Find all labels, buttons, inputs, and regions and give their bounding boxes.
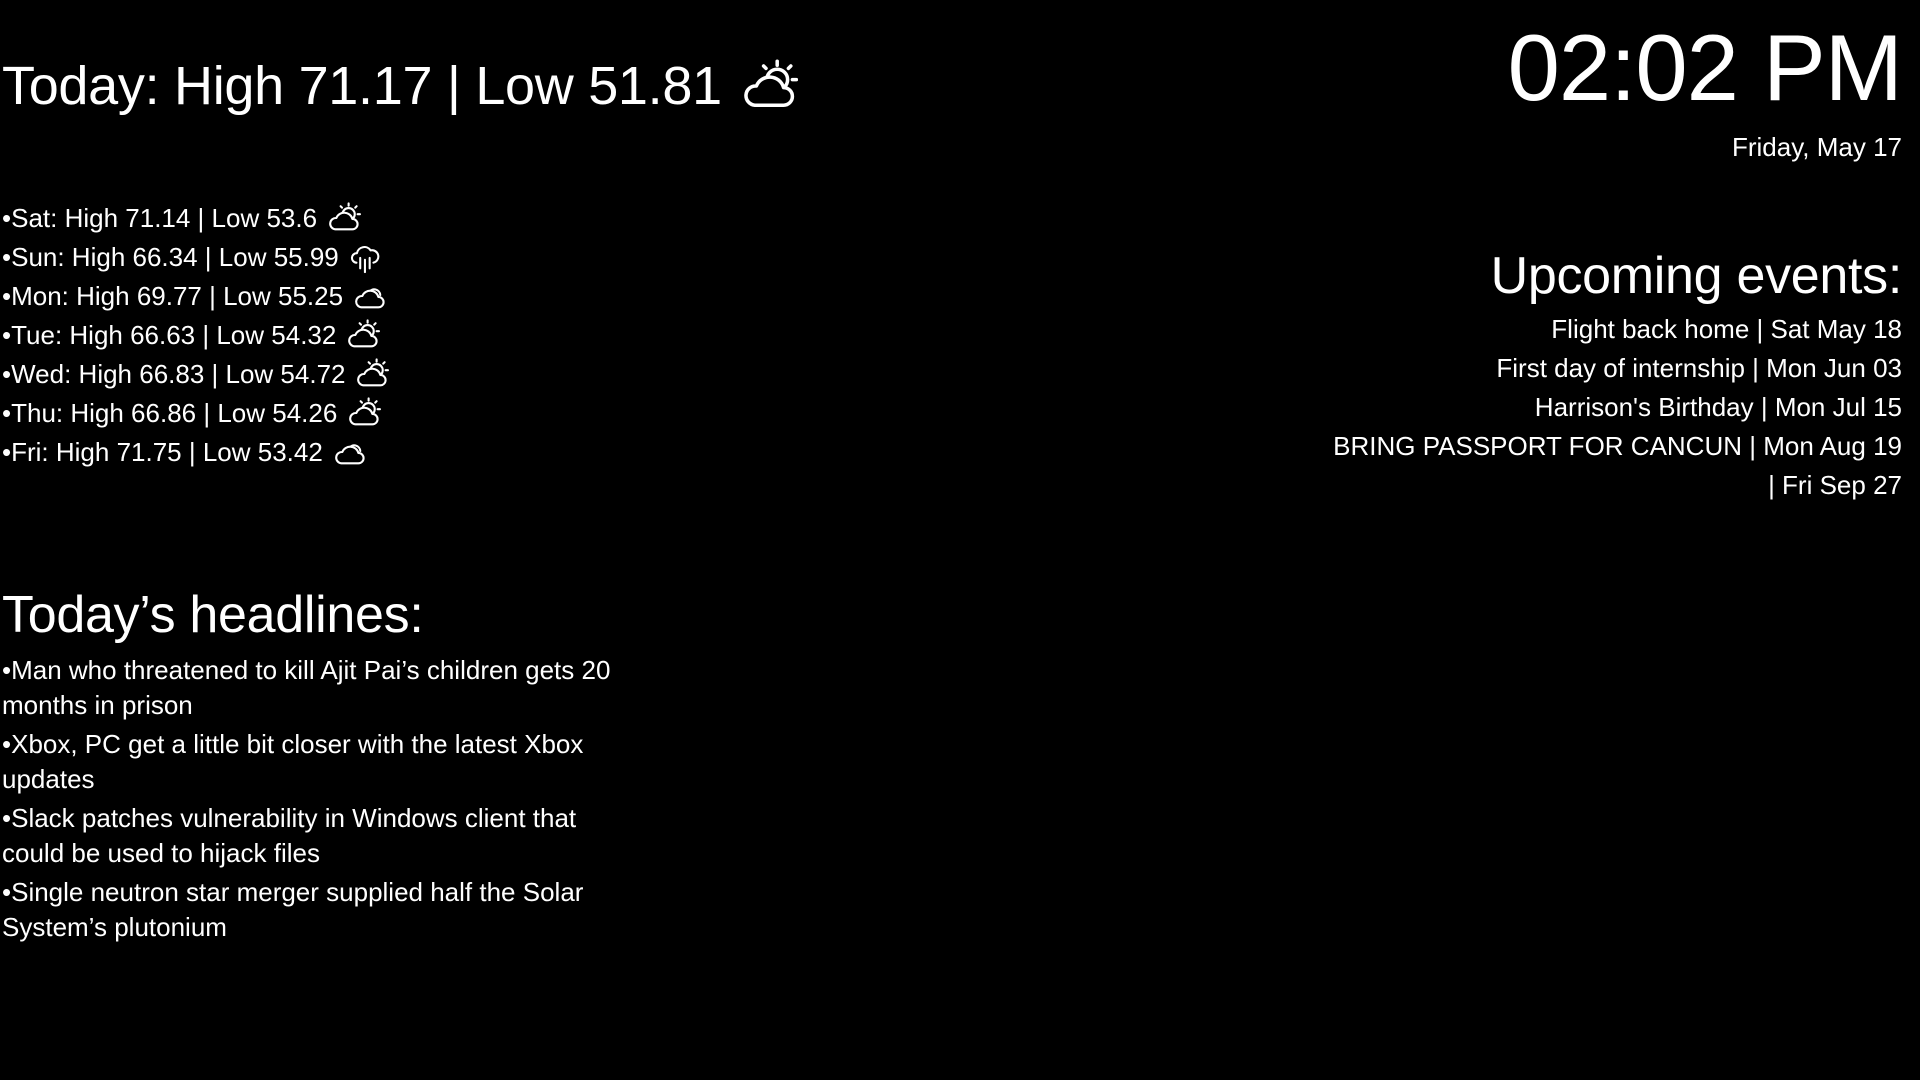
forecast-text: •Tue: High 66.63 | Low 54.32 (2, 319, 337, 350)
partly-cloudy-day-icon (343, 396, 382, 430)
headlines-section: Today’s headlines: •Man who threatened t… (2, 583, 617, 949)
headlines-list: •Man who threatened to kill Ajit Pai’s c… (2, 653, 617, 945)
clock-time: 02:02 PM (1507, 15, 1903, 120)
forecast-text: •Mon: High 69.77 | Low 55.25 (2, 280, 344, 311)
forecast-item: •Sat: High 71.14 | Low 53.6 (2, 198, 389, 237)
events-list: Flight back home | Sat May 18 First day … (1202, 310, 1902, 505)
clock-date: Friday, May 17 (1731, 132, 1902, 162)
forecast-item: •Sun: High 66.34 | Low 55.99 (2, 237, 389, 276)
events-section: Upcoming events: Flight back home | Sat … (1202, 244, 1902, 505)
headlines-title: Today’s headlines: (2, 586, 424, 644)
forecast-item: •Tue: High 66.63 | Low 54.32 (2, 315, 389, 354)
events-title: Upcoming events: (1490, 247, 1903, 305)
partly-cloudy-day-icon (734, 57, 798, 115)
forecast-text: •Fri: High 71.75 | Low 53.42 (2, 436, 323, 467)
forecast-item: •Wed: High 66.83 | Low 54.72 (2, 354, 390, 393)
partly-cloudy-day-icon (351, 357, 390, 391)
headline-item: •Man who threatened to kill Ajit Pai’s c… (2, 655, 611, 720)
partly-cloudy-day-icon (342, 318, 381, 352)
event-item: | Fri Sep 27 (1768, 470, 1902, 500)
partly-cloudy-day-icon (323, 201, 362, 235)
event-item: BRING PASSPORT FOR CANCUN | Mon Aug 19 (1333, 431, 1902, 461)
today-weather-text: Today: High 71.17 | Low 51.81 (2, 56, 722, 116)
forecast-text: •Sat: High 71.14 | Low 53.6 (2, 202, 318, 233)
headline-item: •Single neutron star merger supplied hal… (2, 877, 584, 942)
forecast-text: •Wed: High 66.83 | Low 54.72 (2, 358, 346, 389)
today-weather: Today: High 71.17 | Low 51.81 (2, 50, 798, 122)
headline-item: •Slack patches vulnerability in Windows … (2, 803, 577, 868)
forecast-item: •Mon: High 69.77 | Low 55.25 (2, 276, 389, 315)
headline-item: •Xbox, PC get a little bit closer with t… (2, 729, 584, 794)
event-item: Harrison's Birthday | Mon Jul 15 (1534, 392, 1902, 422)
forecast-item: •Fri: High 71.75 | Low 53.42 (2, 432, 389, 471)
forecast-list: •Sat: High 71.14 | Low 53.6 •Sun: High 6… (2, 198, 390, 471)
rain-cloud-icon (345, 240, 383, 274)
event-item: Flight back home | Sat May 18 (1551, 314, 1902, 344)
forecast-item: •Thu: High 66.86 | Low 54.26 (2, 393, 389, 432)
event-item: First day of internship | Mon Jun 03 (1496, 353, 1902, 383)
forecast-text: •Sun: High 66.34 | Low 55.99 (2, 241, 339, 272)
cloudy-icon (329, 435, 367, 469)
forecast-text: •Thu: High 66.86 | Low 54.26 (2, 397, 338, 428)
cloudy-icon (349, 279, 387, 313)
